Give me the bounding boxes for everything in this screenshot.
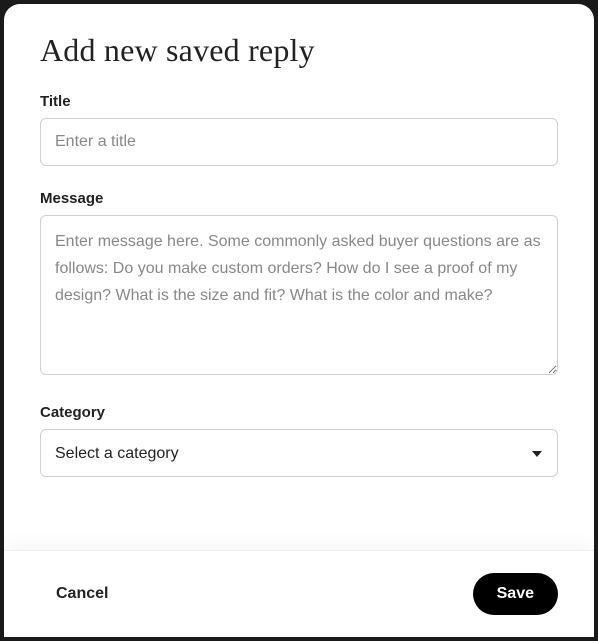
category-field: Category Select a category [40, 404, 558, 477]
message-label: Message [40, 190, 558, 207]
modal-body: Add new saved reply Title Message Catego… [4, 4, 594, 550]
save-button[interactable]: Save [473, 573, 558, 615]
add-saved-reply-modal: Add new saved reply Title Message Catego… [4, 4, 594, 637]
category-label: Category [40, 404, 558, 421]
category-select-wrapper: Select a category [40, 429, 558, 477]
category-select[interactable]: Select a category [40, 429, 558, 477]
title-input[interactable] [40, 118, 558, 166]
modal-title: Add new saved reply [40, 32, 558, 69]
message-textarea[interactable] [40, 215, 558, 375]
cancel-button[interactable]: Cancel [40, 575, 124, 613]
title-label: Title [40, 93, 558, 110]
modal-footer: Cancel Save [4, 550, 594, 637]
title-field: Title [40, 93, 558, 166]
message-field: Message [40, 190, 558, 380]
